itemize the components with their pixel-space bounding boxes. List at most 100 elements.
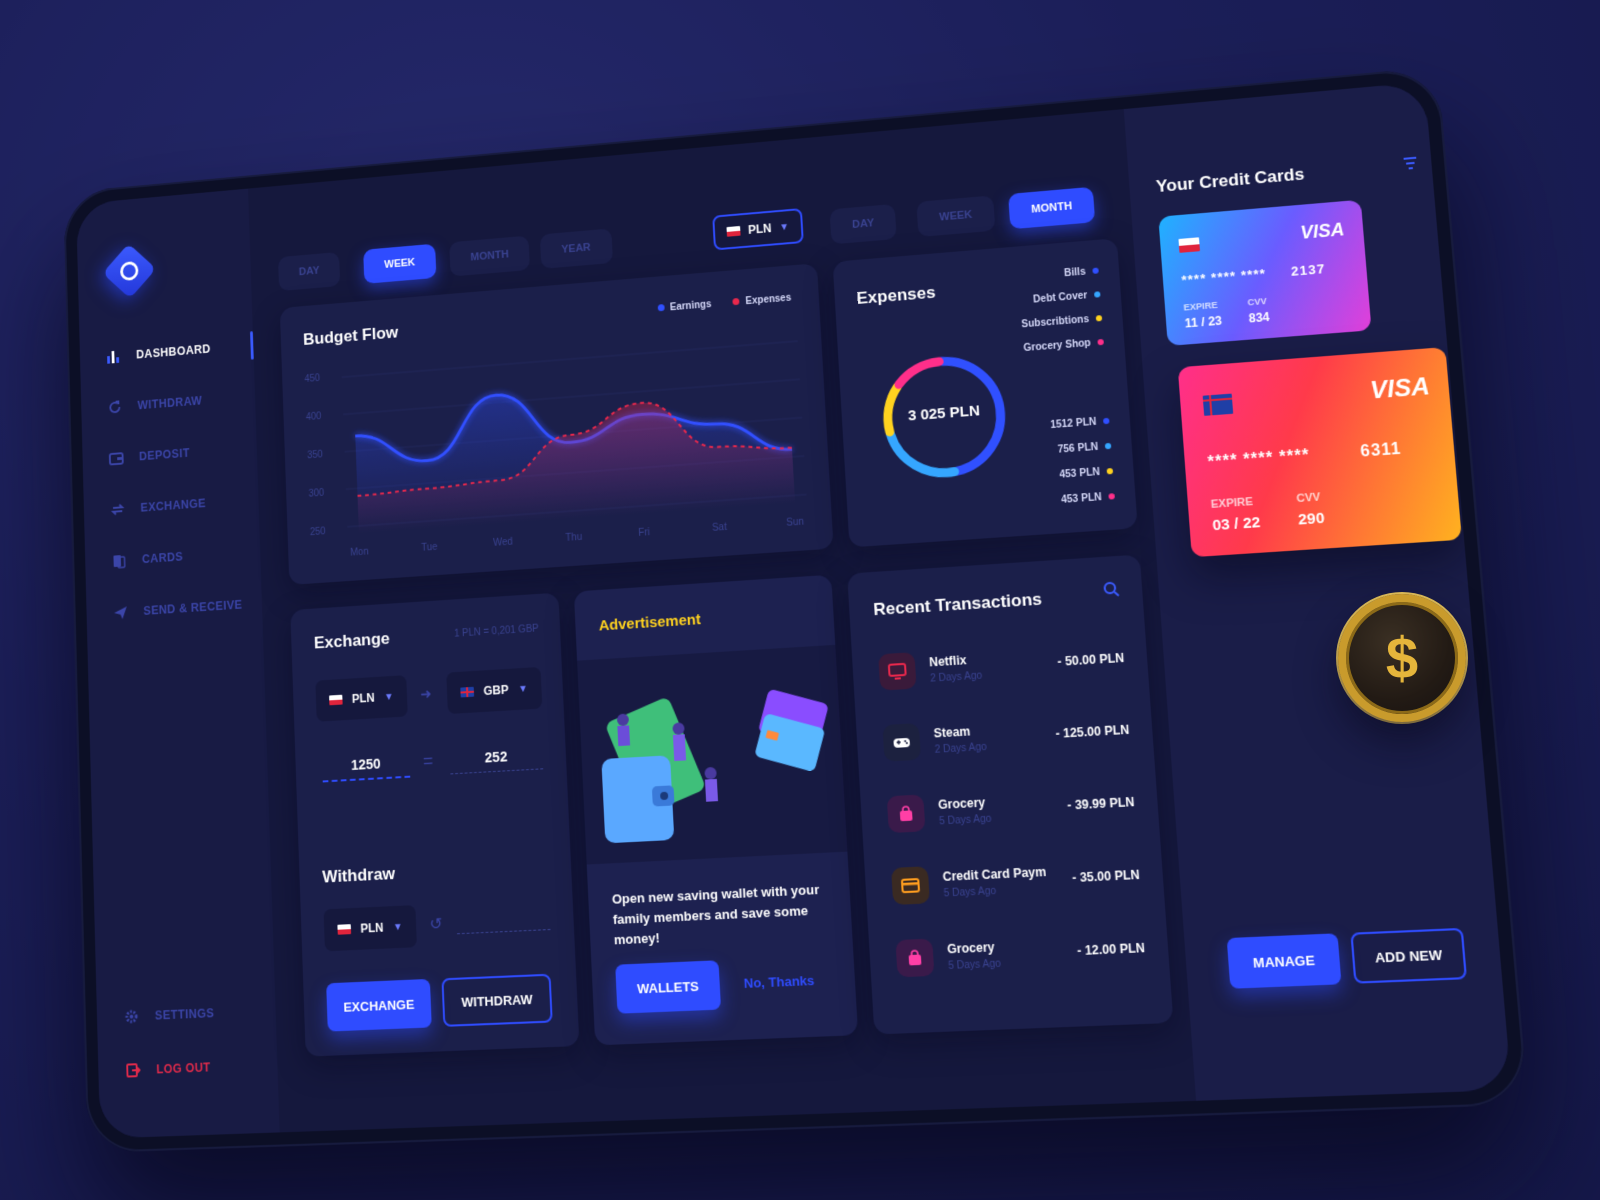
legend-expenses: Expenses bbox=[732, 293, 792, 308]
credit-card-icon bbox=[891, 866, 930, 906]
gear-icon bbox=[121, 1005, 142, 1028]
x-tick: Wed bbox=[492, 536, 513, 549]
wallet-icon bbox=[106, 447, 127, 469]
budget-flow-panel: Budget Flow Earnings Expenses 450 400 35… bbox=[279, 263, 834, 585]
card-expire-label: EXPIRE bbox=[1183, 299, 1218, 313]
legend-earnings: Earnings bbox=[657, 299, 712, 314]
recent-transactions-panel: Recent Transactions Netflix 2 Days Ago - … bbox=[847, 554, 1174, 1035]
wallet-illustration bbox=[601, 688, 829, 844]
expense-category: Grocery Shop bbox=[1022, 331, 1104, 361]
budget-period-year[interactable]: YEAR bbox=[539, 228, 613, 269]
advertisement-title: Advertisement bbox=[598, 611, 702, 635]
donut-slice bbox=[898, 362, 941, 385]
transaction-date: 5 Days Ago bbox=[943, 885, 997, 900]
advertisement-text: Open new saving wallet with your family … bbox=[611, 881, 820, 948]
sidebar-item-label: SETTINGS bbox=[154, 1006, 215, 1023]
credit-cards-column: Your Credit Cards VISA **** **** **** 21… bbox=[1123, 81, 1512, 1101]
budget-period-day[interactable]: DAY bbox=[277, 251, 341, 292]
refresh-icon[interactable]: ↺ bbox=[429, 914, 443, 935]
y-tick: 350 bbox=[307, 449, 324, 462]
gamepad-icon bbox=[882, 723, 922, 762]
no-thanks-link[interactable]: No, Thanks bbox=[743, 973, 814, 991]
y-tick: 450 bbox=[304, 373, 321, 385]
transaction-row[interactable]: Netflix 2 Days Ago - 50.00 PLN bbox=[877, 627, 1126, 703]
chevron-down-icon: ▼ bbox=[517, 683, 529, 695]
transaction-row[interactable]: Credit Card Payment 5 Days Ago - 35.00 PL… bbox=[890, 844, 1142, 918]
x-tick: Sat bbox=[711, 521, 728, 534]
credit-cards-title: Your Credit Cards bbox=[1155, 164, 1306, 197]
budget-period-month[interactable]: MONTH bbox=[449, 235, 531, 277]
sidebar-item-send-receive[interactable]: SEND & RECEIVE bbox=[110, 577, 263, 639]
withdraw-amount-input[interactable] bbox=[457, 928, 551, 935]
withdraw-currency-select[interactable]: PLN ▼ bbox=[323, 905, 417, 952]
credit-card-primary[interactable]: VISA **** **** **** 2137 EXPIRE 11 / 23 … bbox=[1158, 199, 1372, 346]
sidebar-item-settings[interactable]: SETTINGS bbox=[121, 984, 277, 1044]
withdraw-button[interactable]: WITHDRAW bbox=[441, 973, 553, 1027]
withdraw-title: Withdraw bbox=[321, 864, 396, 887]
expenses-period-week[interactable]: WEEK bbox=[916, 195, 996, 238]
cards-icon bbox=[109, 550, 130, 572]
x-tick: Thu bbox=[565, 531, 583, 544]
card-expire-value: 11 / 23 bbox=[1184, 313, 1223, 331]
card-cvv-value: 834 bbox=[1248, 309, 1271, 326]
expense-amount: 453 PLN bbox=[1055, 484, 1116, 513]
advertisement-illustration bbox=[577, 644, 848, 865]
exchange-from-amount[interactable]: 1250 bbox=[321, 747, 411, 783]
currency-select[interactable]: PLN ▼ bbox=[712, 208, 804, 251]
expenses-title: Expenses bbox=[856, 282, 937, 308]
chevron-down-icon: ▼ bbox=[383, 691, 394, 703]
exchange-from-select[interactable]: PLN ▼ bbox=[315, 675, 408, 722]
card-expire-value: 03 / 22 bbox=[1211, 513, 1262, 535]
uk-flag-icon bbox=[460, 686, 475, 698]
exchange-from-currency: PLN bbox=[351, 690, 375, 706]
withdraw-currency: PLN bbox=[360, 920, 384, 936]
refresh-icon bbox=[105, 396, 126, 418]
equals-sign: = bbox=[422, 750, 434, 771]
sidebar-item-logout[interactable]: LOG OUT bbox=[122, 1038, 278, 1098]
transaction-row[interactable]: Grocery 5 Days Ago - 12.00 PLN bbox=[895, 917, 1147, 990]
expense-amount-list: 1512 PLN 756 PLN 453 PLN 453 PLN bbox=[1050, 409, 1116, 514]
arrow-right-icon: ➜ bbox=[419, 685, 432, 702]
exchange-button[interactable]: EXCHANGE bbox=[326, 978, 432, 1032]
card-cvv-label: CVV bbox=[1247, 295, 1268, 308]
exchange-to-select[interactable]: GBP ▼ bbox=[446, 666, 543, 715]
expenses-period-day[interactable]: DAY bbox=[829, 203, 897, 245]
add-new-button[interactable]: ADD NEW bbox=[1350, 927, 1468, 984]
transaction-row[interactable]: Steam 2 Days Ago - 125.00 PLN bbox=[882, 699, 1132, 774]
grid-line bbox=[343, 379, 800, 414]
visa-logo: VISA bbox=[1369, 372, 1431, 405]
x-tick: Sun bbox=[786, 516, 805, 529]
manage-button[interactable]: MANAGE bbox=[1226, 933, 1342, 989]
bar-chart-icon bbox=[103, 346, 123, 368]
x-tick: Fri bbox=[638, 527, 651, 539]
transaction-amount: - 35.00 PLN bbox=[1071, 867, 1141, 886]
app-logo[interactable] bbox=[102, 243, 157, 299]
transaction-date: 2 Days Ago bbox=[929, 669, 983, 685]
card-cvv-value: 290 bbox=[1297, 509, 1326, 529]
filter-icon[interactable] bbox=[1401, 155, 1420, 177]
stage: DASHBOARD WITHDRAW DEPOSIT EXCHANGE CARD… bbox=[0, 0, 1600, 1200]
card-expire-label: EXPIRE bbox=[1210, 495, 1254, 511]
transaction-row[interactable]: Grocery 5 Days Ago - 39.99 PLN bbox=[886, 771, 1137, 845]
expenses-period-month[interactable]: MONTH bbox=[1008, 186, 1096, 230]
exchange-panel: Exchange 1 PLN = 0,201 GBP PLN ▼ ➜ GBP ▼… bbox=[290, 592, 580, 1057]
card-masked-number: **** **** **** bbox=[1207, 446, 1311, 472]
exchange-title: Exchange bbox=[313, 629, 391, 653]
dollar-coin-icon: $ bbox=[1338, 594, 1466, 722]
transaction-name: Steam bbox=[933, 723, 971, 741]
search-icon[interactable] bbox=[1102, 580, 1120, 602]
sidebar-item-label: LOG OUT bbox=[156, 1060, 211, 1077]
transaction-name: Netflix bbox=[928, 652, 967, 669]
logout-icon bbox=[122, 1059, 143, 1082]
y-tick: 300 bbox=[308, 487, 325, 500]
exchange-rate: 1 PLN = 0,201 GBP bbox=[453, 623, 539, 640]
visa-logo: VISA bbox=[1299, 219, 1346, 243]
chart-legend: Earnings Expenses bbox=[657, 293, 792, 315]
budget-period-week[interactable]: WEEK bbox=[363, 243, 437, 284]
exchange-icon bbox=[107, 498, 128, 520]
wallets-button[interactable]: WALLETS bbox=[615, 960, 722, 1014]
transaction-amount: - 39.99 PLN bbox=[1066, 794, 1135, 813]
credit-card-secondary[interactable]: VISA **** **** **** 6311 EXPIRE 03 / 22 … bbox=[1177, 347, 1462, 558]
poland-flag-icon bbox=[1178, 237, 1201, 253]
currency-select-value: PLN bbox=[747, 221, 772, 237]
